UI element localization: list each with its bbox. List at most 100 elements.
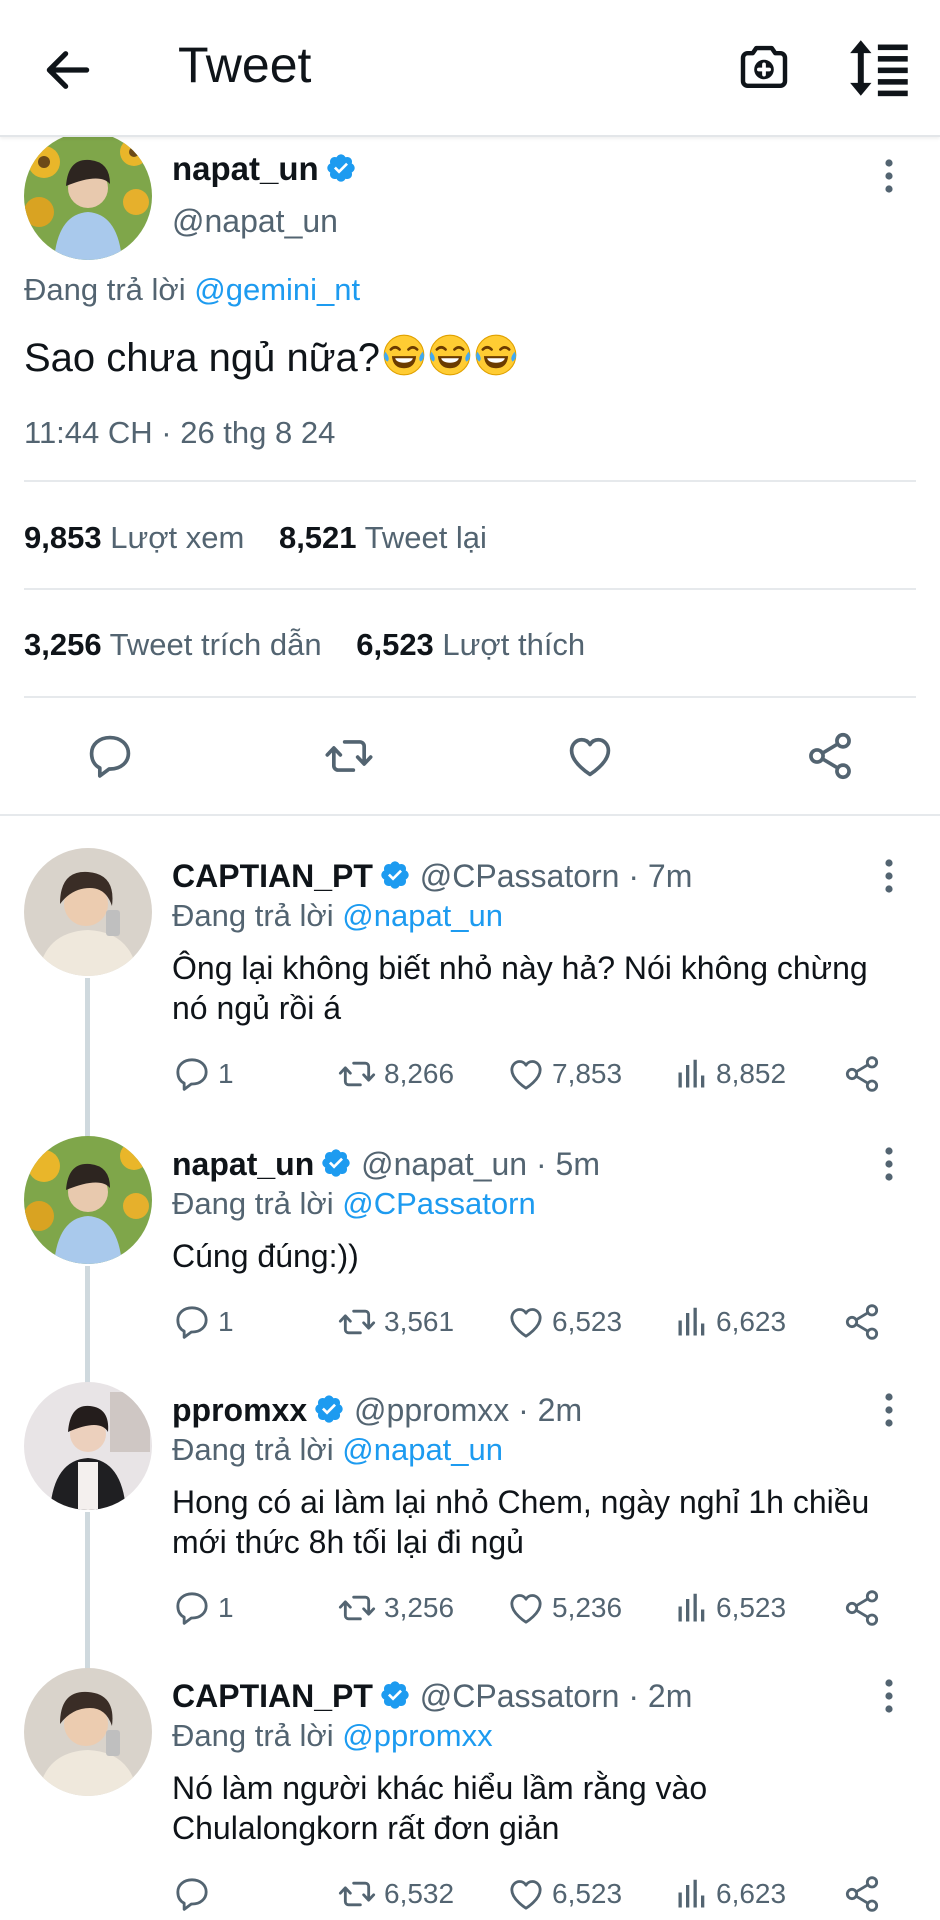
likes-stat[interactable]: 6,523 Lượt thích bbox=[356, 627, 585, 662]
author-name[interactable]: napat_un bbox=[172, 1146, 314, 1182]
views-button[interactable]: 6,623 bbox=[674, 1874, 786, 1914]
replying-to-label: Đang trả lời bbox=[24, 272, 186, 307]
retweet-button[interactable]: 6,532 bbox=[336, 1874, 454, 1914]
divider bbox=[24, 480, 916, 482]
like-button[interactable]: 5,236 bbox=[506, 1588, 622, 1628]
replying-to: Đang trả lời @gemini_nt bbox=[24, 272, 360, 308]
more-options-icon[interactable] bbox=[874, 1390, 904, 1430]
author-handle[interactable]: @CPassatorn bbox=[420, 858, 620, 894]
replying-to-mention[interactable]: @napat_un bbox=[342, 898, 503, 933]
share-icon bbox=[842, 1054, 882, 1094]
more-options-icon[interactable] bbox=[874, 156, 904, 196]
author-name[interactable]: CAPTIAN_PT bbox=[172, 858, 373, 894]
avatar[interactable] bbox=[24, 848, 152, 976]
like-button[interactable]: 6,523 bbox=[506, 1302, 622, 1342]
reply-icon bbox=[172, 1588, 212, 1628]
views-icon bbox=[674, 1302, 710, 1342]
thread-line bbox=[85, 978, 90, 1140]
like-icon[interactable] bbox=[564, 730, 616, 782]
retweet-icon bbox=[336, 1874, 378, 1914]
stats-row-2: 3,256 Tweet trích dẫn 6,523 Lượt thích bbox=[24, 627, 585, 663]
views-button[interactable]: 8,852 bbox=[674, 1054, 786, 1094]
tweet-text: Sao chưa ngủ nữa? bbox=[24, 333, 518, 381]
author-name[interactable]: ppromxx bbox=[172, 1392, 307, 1428]
divider bbox=[24, 696, 916, 698]
share-button[interactable] bbox=[842, 1302, 888, 1342]
replying-to: Đang trả lời @napat_un bbox=[172, 1432, 504, 1467]
divider bbox=[0, 814, 940, 816]
views-icon bbox=[674, 1054, 710, 1094]
replying-to-mention[interactable]: @napat_un bbox=[342, 1432, 503, 1467]
avatar[interactable] bbox=[24, 1382, 152, 1510]
more-options-icon[interactable] bbox=[874, 1144, 904, 1184]
views-stat[interactable]: 9,853 Lượt xem bbox=[24, 520, 244, 555]
retweet-button[interactable]: 8,266 bbox=[336, 1054, 454, 1094]
reply-button[interactable] bbox=[172, 1874, 218, 1914]
replying-to-mention[interactable]: @gemini_nt bbox=[194, 272, 360, 307]
thread-line bbox=[85, 1266, 90, 1384]
retweet-icon[interactable] bbox=[322, 730, 376, 782]
reply-button[interactable]: 1 bbox=[172, 1588, 234, 1628]
like-button[interactable]: 6,523 bbox=[506, 1874, 622, 1914]
like-button[interactable]: 7,853 bbox=[506, 1054, 622, 1094]
replying-to: Đang trả lời @napat_un bbox=[172, 898, 504, 933]
more-options-icon[interactable] bbox=[874, 856, 904, 896]
stats-row-1: 9,853 Lượt xem 8,521 Tweet lại bbox=[24, 520, 487, 556]
more-options-icon[interactable] bbox=[874, 1676, 904, 1716]
reply-header: napat_un @napat_un · 5m bbox=[172, 1146, 600, 1183]
retweet-icon bbox=[336, 1588, 378, 1628]
tweet-timestamp[interactable]: 11:44 CH · 26 thg 8 24 bbox=[24, 415, 335, 451]
verified-badge-icon bbox=[320, 1147, 352, 1179]
retweet-icon bbox=[336, 1054, 378, 1094]
like-icon bbox=[506, 1054, 546, 1094]
thread-line bbox=[85, 1512, 90, 1672]
reply-text: Hong có ai làm lại nhỏ Chem, ngày nghỉ 1… bbox=[172, 1484, 870, 1560]
reply-text: Ông lại không biết nhỏ này hả? Nói không… bbox=[172, 950, 868, 1026]
replying-to: Đang trả lời @ppromxx bbox=[172, 1718, 493, 1753]
verified-badge-icon bbox=[379, 1679, 411, 1711]
camera-plus-icon[interactable] bbox=[736, 38, 792, 94]
retweets-stat[interactable]: 8,521 Tweet lại bbox=[279, 520, 487, 555]
retweet-button[interactable]: 3,561 bbox=[336, 1302, 454, 1342]
share-icon[interactable] bbox=[804, 730, 856, 782]
author-handle[interactable]: @napat_un bbox=[172, 203, 338, 240]
replying-to-mention[interactable]: @CPassatorn bbox=[342, 1186, 535, 1221]
sort-icon[interactable] bbox=[848, 38, 912, 98]
views-button[interactable]: 6,623 bbox=[674, 1302, 786, 1342]
reply-time: · 2m bbox=[518, 1392, 583, 1428]
share-icon bbox=[842, 1302, 882, 1342]
verified-badge-icon bbox=[325, 152, 357, 184]
laughing-emoji-icon bbox=[380, 336, 518, 380]
verified-badge-icon bbox=[379, 859, 411, 891]
retweet-button[interactable]: 3,256 bbox=[336, 1588, 454, 1628]
reply-time: · 2m bbox=[628, 1678, 693, 1714]
reply-time: · 7m bbox=[628, 858, 693, 894]
share-button[interactable] bbox=[842, 1054, 888, 1094]
reply-header: ppromxx @ppromxx · 2m bbox=[172, 1392, 582, 1429]
replying-to-mention[interactable]: @ppromxx bbox=[342, 1718, 492, 1753]
share-button[interactable] bbox=[842, 1588, 888, 1628]
share-icon bbox=[842, 1588, 882, 1628]
avatar[interactable] bbox=[24, 1136, 152, 1264]
reply-icon[interactable] bbox=[84, 730, 136, 782]
arrow-left-icon[interactable] bbox=[40, 42, 96, 98]
reply-icon bbox=[172, 1874, 212, 1914]
page-title: Tweet bbox=[178, 37, 312, 93]
author-handle[interactable]: @CPassatorn bbox=[420, 1678, 620, 1714]
author-handle[interactable]: @ppromxx bbox=[354, 1392, 509, 1428]
avatar[interactable] bbox=[24, 132, 152, 260]
verified-badge-icon bbox=[313, 1393, 345, 1425]
avatar[interactable] bbox=[24, 1668, 152, 1796]
like-icon bbox=[506, 1874, 546, 1914]
views-icon bbox=[674, 1588, 710, 1628]
author-name[interactable]: napat_un bbox=[172, 150, 357, 188]
reply-button[interactable]: 1 bbox=[172, 1054, 234, 1094]
quotes-stat[interactable]: 3,256 Tweet trích dẫn bbox=[24, 627, 322, 662]
top-app-bar: Tweet bbox=[0, 0, 940, 137]
views-button[interactable]: 6,523 bbox=[674, 1588, 786, 1628]
author-handle[interactable]: @napat_un bbox=[361, 1146, 527, 1182]
tweet-text-body: Sao chưa ngủ nữa? bbox=[24, 336, 381, 380]
share-button[interactable] bbox=[842, 1874, 888, 1914]
author-name[interactable]: CAPTIAN_PT bbox=[172, 1678, 373, 1714]
reply-button[interactable]: 1 bbox=[172, 1302, 234, 1342]
